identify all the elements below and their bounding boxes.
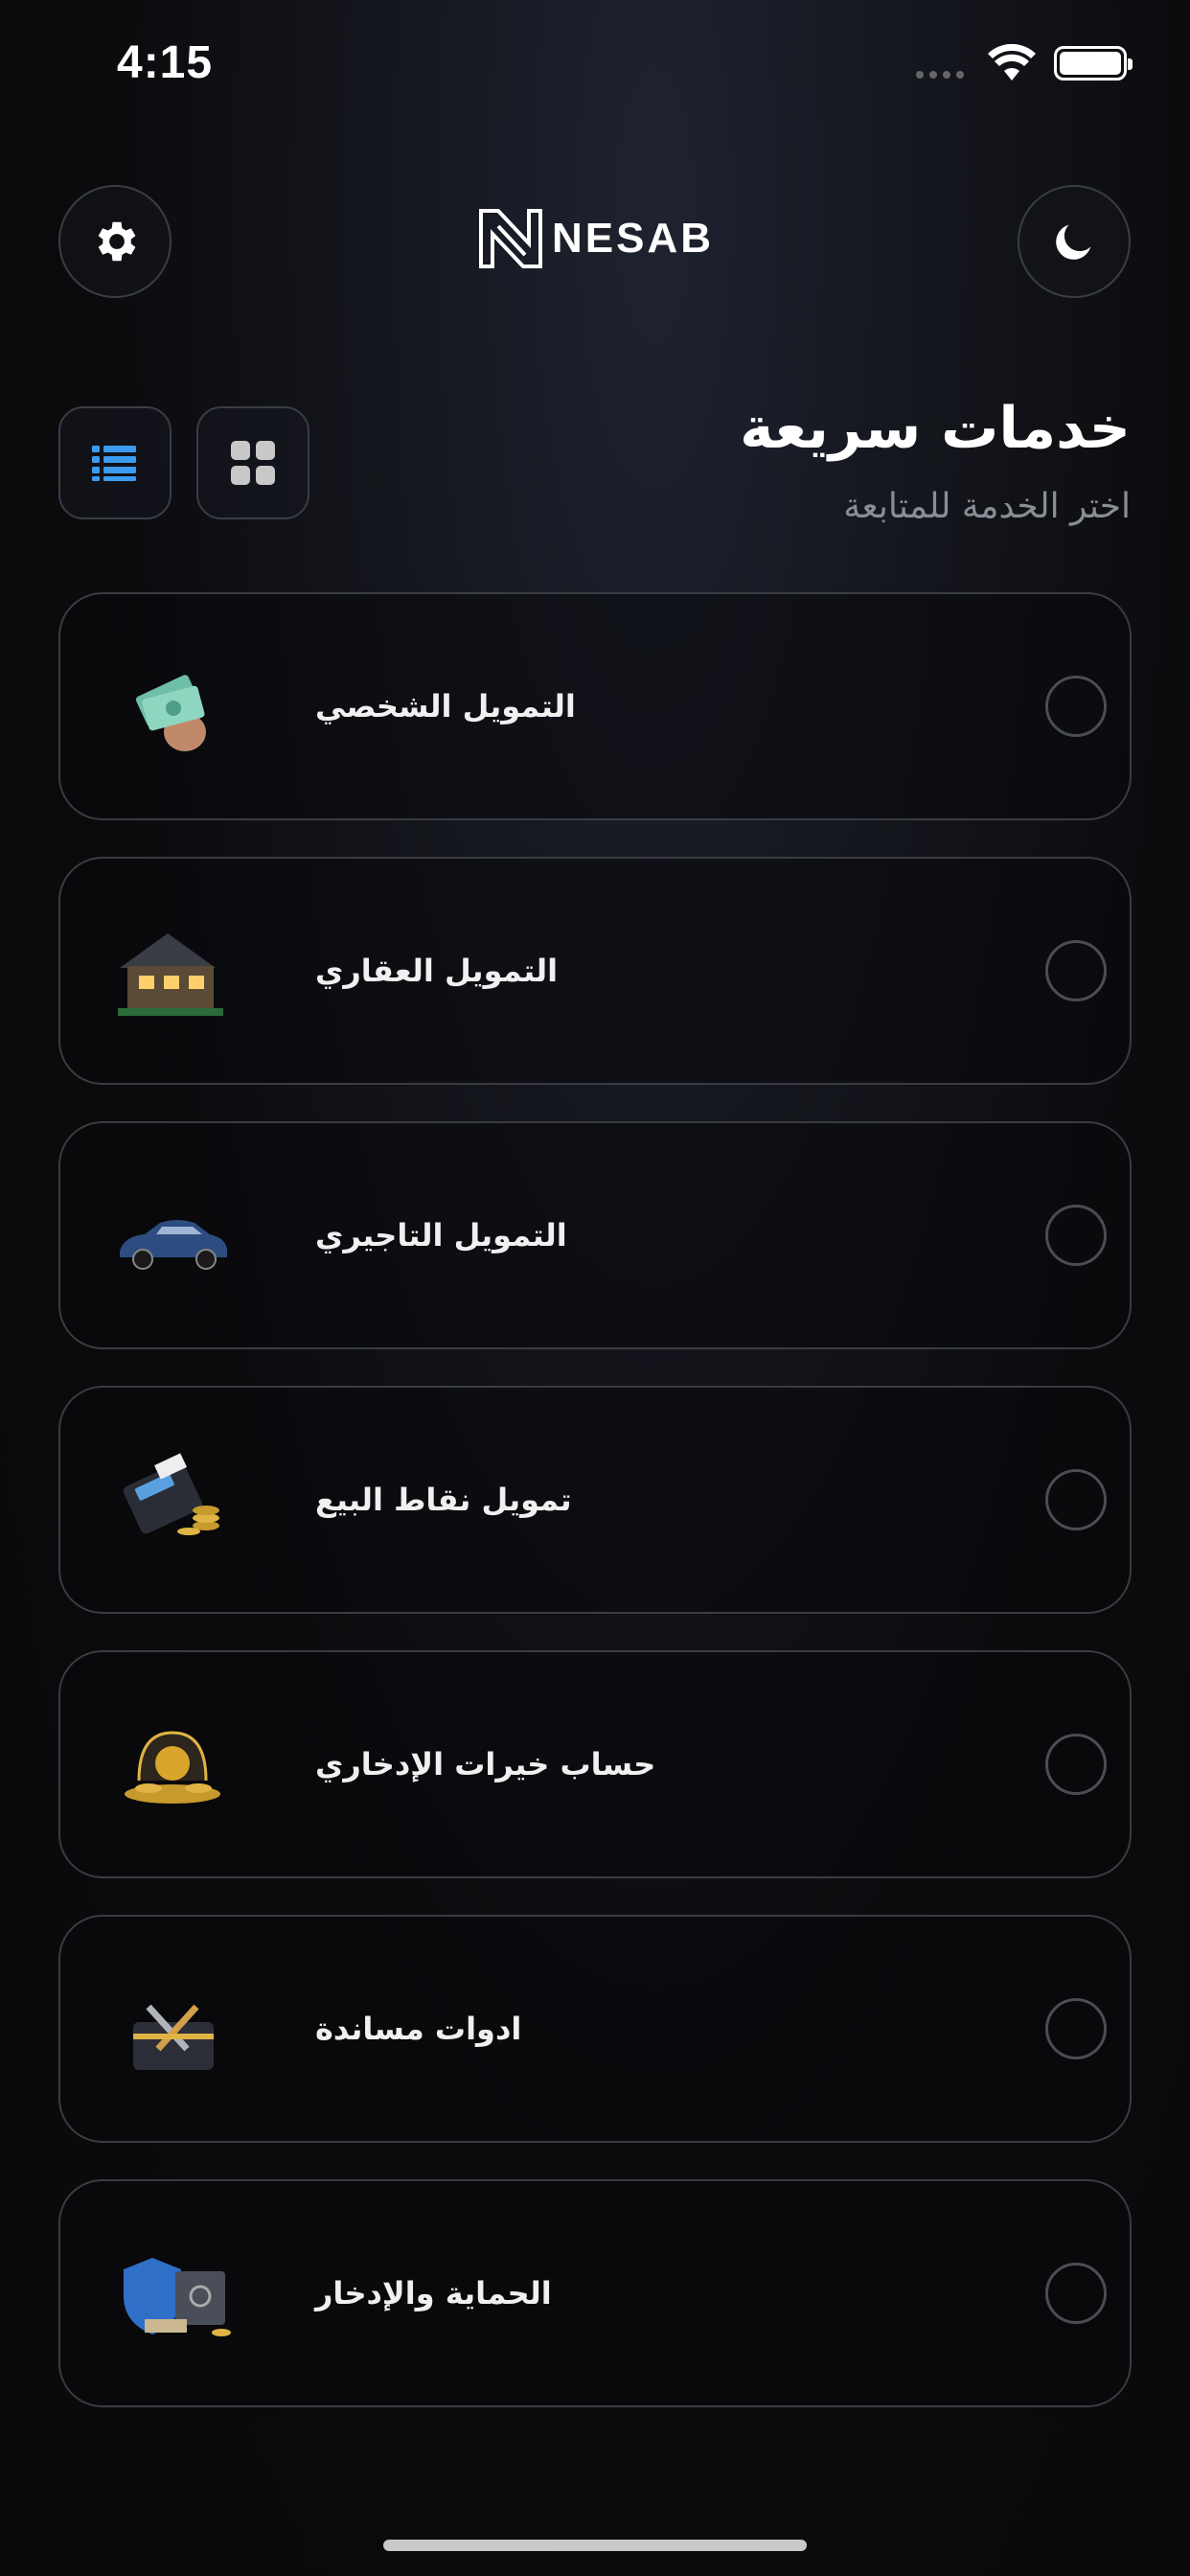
- service-radio[interactable]: [1045, 1469, 1107, 1530]
- service-label: الحماية والإدخار: [315, 2275, 552, 2312]
- list-view-icon: [92, 446, 136, 481]
- service-radio[interactable]: [1045, 1734, 1107, 1795]
- pos-terminal-icon: [123, 1453, 219, 1535]
- service-card-support-tools[interactable]: ادوات مساندة: [58, 1915, 1132, 2143]
- shield-safe-icon: [124, 2258, 231, 2336]
- service-radio[interactable]: [1045, 2263, 1107, 2324]
- gear-icon: [98, 221, 136, 262]
- house-icon: [118, 933, 223, 1016]
- wifi-icon: [988, 44, 1036, 80]
- service-label: التمويل التاجيري: [315, 1217, 567, 1254]
- service-radio[interactable]: [1045, 676, 1107, 737]
- dark-mode-toggle[interactable]: [1018, 185, 1131, 298]
- battery-icon: [1054, 46, 1133, 80]
- page-subtitle: اختر الخدمة للمتابعة: [843, 487, 1131, 526]
- service-label: حساب خيرات الإدخاري: [315, 1746, 656, 1782]
- service-label: تمويل نقاط البيع: [315, 1482, 572, 1518]
- service-card-savings-account[interactable]: حساب خيرات الإدخاري: [58, 1650, 1132, 1878]
- service-radio[interactable]: [1045, 940, 1107, 1001]
- service-card-personal-finance[interactable]: التمويل الشخصي: [58, 592, 1132, 820]
- service-card-protection-savings[interactable]: الحماية والإدخار: [58, 2179, 1132, 2407]
- service-radio[interactable]: [1045, 1205, 1107, 1266]
- logo-text: NESAB: [552, 215, 715, 262]
- moon-icon: [1056, 224, 1091, 260]
- toolbox-icon: [133, 2004, 214, 2070]
- cash-hand-icon: [135, 675, 206, 751]
- app-logo: NESAB: [477, 207, 714, 270]
- car-icon: [120, 1220, 227, 1270]
- service-label: التمويل العقاري: [315, 953, 559, 989]
- service-label: التمويل الشخصي: [315, 688, 576, 724]
- home-indicator[interactable]: [383, 2540, 807, 2551]
- grid-view-button[interactable]: [196, 406, 309, 519]
- status-bar: 4:15: [0, 0, 1190, 125]
- service-card-lease-finance[interactable]: التمويل التاجيري: [58, 1121, 1132, 1349]
- settings-button[interactable]: [58, 185, 172, 298]
- logo-mark-icon: [479, 209, 542, 268]
- savings-coins-icon: [125, 1731, 220, 1804]
- service-card-pos-finance[interactable]: تمويل نقاط البيع: [58, 1386, 1132, 1614]
- list-view-button[interactable]: [58, 406, 172, 519]
- page-title: خدمات سريعة: [740, 395, 1131, 462]
- service-label: ادوات مساندة: [315, 2011, 522, 2047]
- grid-view-icon: [231, 441, 275, 485]
- service-radio[interactable]: [1045, 1998, 1107, 2059]
- service-card-real-estate-finance[interactable]: التمويل العقاري: [58, 857, 1132, 1085]
- cellular-signal-icon: [916, 71, 964, 79]
- status-time: 4:15: [117, 37, 214, 88]
